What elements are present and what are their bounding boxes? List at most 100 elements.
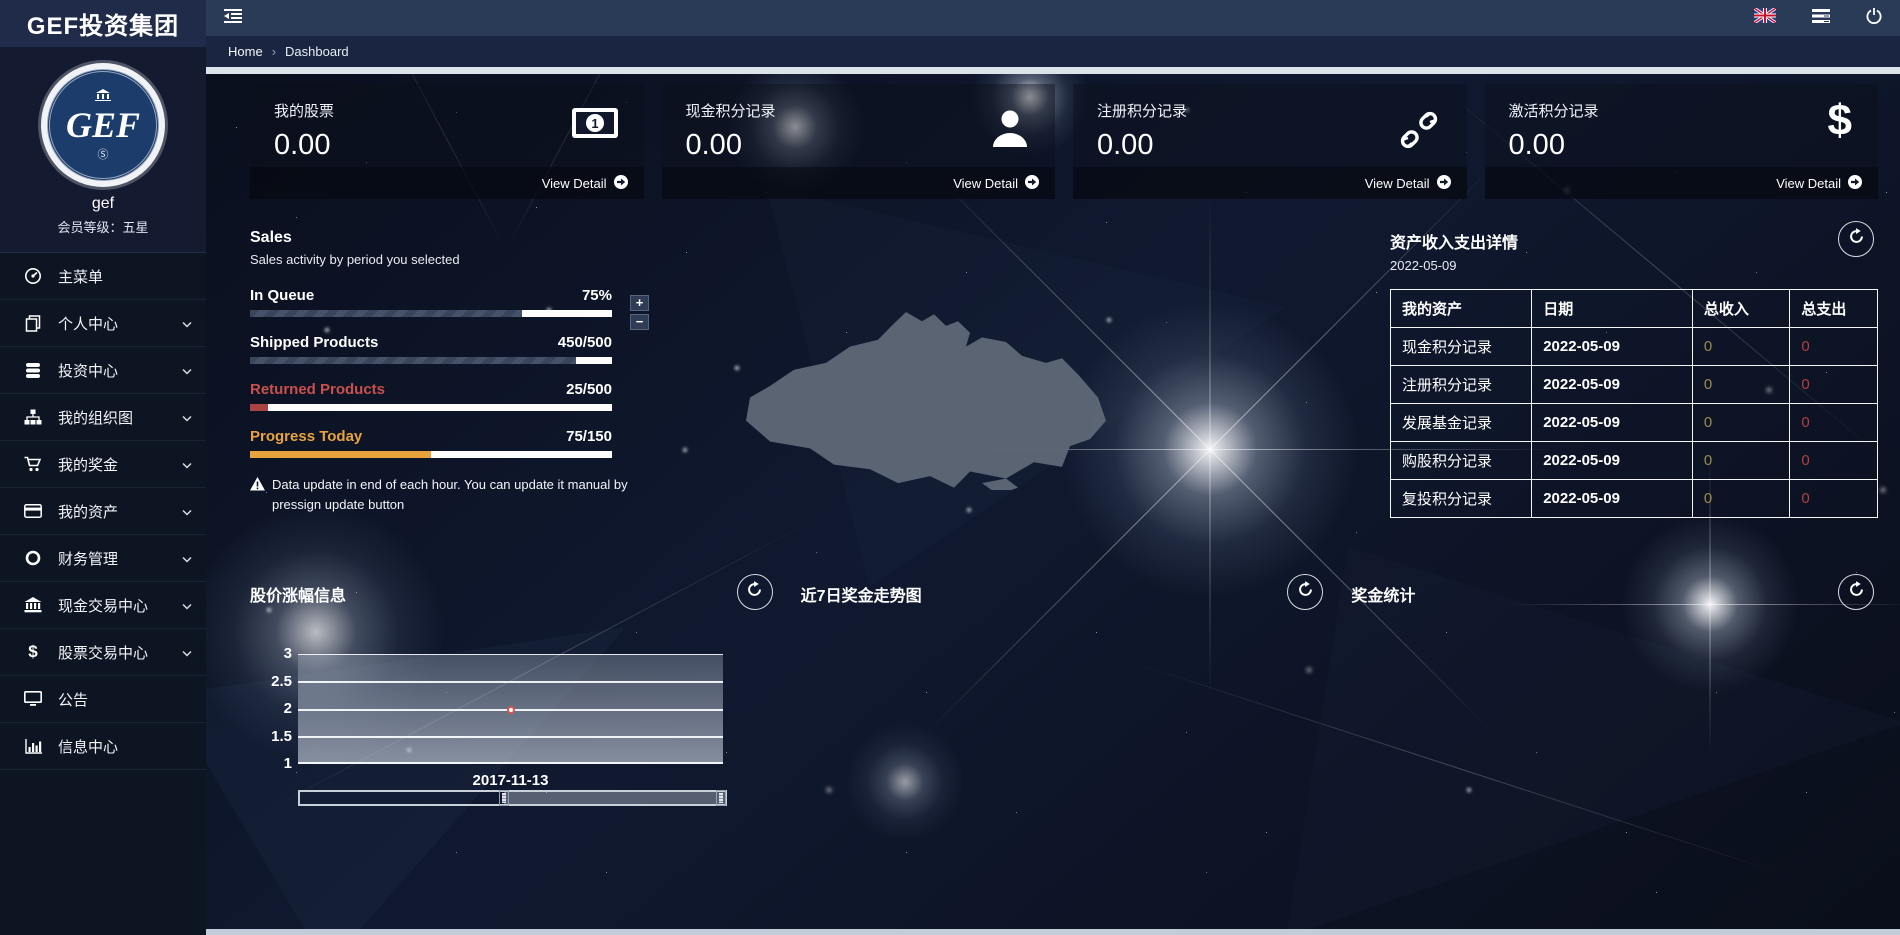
bar-chart-icon bbox=[22, 739, 44, 754]
uk-flag-icon bbox=[1754, 8, 1776, 28]
progress-bar bbox=[250, 310, 612, 317]
sidebar-item-investment-center[interactable]: 投资中心 bbox=[0, 347, 206, 394]
slider-handle-left[interactable] bbox=[499, 790, 509, 806]
stock-panel-title: 股价涨幅信息 bbox=[250, 582, 777, 606]
chevron-right-icon: › bbox=[272, 44, 276, 59]
bank-glyph-icon bbox=[95, 89, 111, 105]
stock-chart: 3 2.5 2 1.5 1 2017-11-13 bbox=[250, 654, 728, 806]
arrow-circle-right-icon bbox=[1848, 175, 1862, 192]
sidebar-item-personal-center[interactable]: 个人中心 bbox=[0, 300, 206, 347]
sidebar-item-cash-trade-center[interactable]: 现金交易中心 bbox=[0, 582, 206, 629]
user-icon bbox=[991, 108, 1029, 153]
view-detail-link[interactable]: View Detail bbox=[1485, 167, 1879, 199]
sales-panel: Sales Sales activity by period you selec… bbox=[250, 221, 1370, 518]
sidebar-item-my-bonus[interactable]: 我的奖金 bbox=[0, 441, 206, 488]
refresh-icon bbox=[1297, 581, 1314, 603]
arrow-circle-right-icon bbox=[1025, 175, 1039, 192]
bonus-trend-title: 近7日奖金走势图 bbox=[801, 582, 1328, 606]
broken-link-icon bbox=[1397, 108, 1441, 157]
view-detail-link[interactable]: View Detail bbox=[662, 167, 1056, 199]
view-detail-link[interactable]: View Detail bbox=[250, 167, 644, 199]
stat-label: 注册积分记录 bbox=[1097, 100, 1443, 121]
refresh-button[interactable] bbox=[737, 574, 773, 610]
chevron-down-icon bbox=[182, 597, 192, 614]
data-update-note: Data update in end of each hour. You can… bbox=[250, 475, 670, 515]
stat-label: 激活积分记录 bbox=[1509, 100, 1855, 121]
range-slider[interactable] bbox=[298, 790, 727, 806]
refresh-button[interactable] bbox=[1838, 221, 1874, 257]
sidebar-toggle-button[interactable] bbox=[224, 9, 242, 28]
refresh-icon bbox=[1848, 228, 1865, 250]
copy-icon bbox=[22, 315, 44, 332]
stat-cards-row: 我的股票 0.00 1 View Detail 现金积分记录 0.00 bbox=[250, 84, 1878, 199]
sidebar-menu: 主菜单 个人中心 投资中心 我的组织图 我的奖金 bbox=[0, 253, 206, 770]
data-point[interactable] bbox=[507, 706, 515, 714]
breadcrumb-home-link[interactable]: Home bbox=[228, 44, 263, 59]
table-row: 复投积分记录 2022-05-09 0 0 bbox=[1391, 480, 1878, 518]
minus-button[interactable]: − bbox=[630, 314, 649, 330]
sidebar-item-info-center[interactable]: 信息中心 bbox=[0, 723, 206, 770]
australia-map bbox=[718, 305, 1118, 490]
range-selection bbox=[504, 792, 725, 804]
table-row: 注册积分记录 2022-05-09 0 0 bbox=[1391, 366, 1878, 404]
progress-shipped: Shipped Products 450/500 bbox=[250, 334, 612, 364]
gridline bbox=[298, 681, 723, 683]
gridline bbox=[298, 736, 723, 738]
messages-button[interactable] bbox=[1812, 9, 1830, 28]
warning-icon bbox=[250, 477, 265, 491]
language-flag-button[interactable] bbox=[1754, 8, 1776, 28]
arrow-circle-right-icon bbox=[614, 175, 628, 192]
zoom-controls: + − bbox=[630, 295, 649, 330]
logo-text: GEF bbox=[66, 107, 140, 143]
svg-text:1: 1 bbox=[591, 116, 598, 131]
progress-in-queue: In Queue 75% bbox=[250, 287, 612, 317]
progress-bar bbox=[250, 404, 612, 411]
bonus-trend-panel: 近7日奖金走势图 bbox=[801, 574, 1328, 874]
sidebar-item-main-menu[interactable]: 主菜单 bbox=[0, 253, 206, 300]
chevron-down-icon bbox=[182, 503, 192, 520]
cart-icon bbox=[22, 456, 44, 472]
logout-button[interactable] bbox=[1866, 8, 1882, 29]
table-header-row: 我的资产 日期 总收入 总支出 bbox=[1391, 290, 1878, 328]
refresh-icon bbox=[746, 581, 763, 603]
sidebar-item-my-assets[interactable]: 我的资产 bbox=[0, 488, 206, 535]
bonus-stats-panel: 奖金统计 bbox=[1351, 574, 1878, 874]
bottom-row: 股价涨幅信息 3 2.5 2 1.5 1 bbox=[250, 574, 1878, 874]
asset-detail-panel: 资产收入支出详情 2022-05-09 我的资产 日期 总收入 总支出 bbox=[1390, 221, 1878, 518]
app-title: GEF投资集团 bbox=[27, 6, 179, 41]
footer-strip bbox=[206, 929, 1900, 935]
refresh-button[interactable] bbox=[1838, 574, 1874, 610]
chevron-down-icon bbox=[182, 315, 192, 332]
coin-glyph-icon: Ⓢ bbox=[98, 146, 109, 162]
stat-label: 现金积分记录 bbox=[686, 100, 1032, 121]
monitor-icon bbox=[22, 691, 44, 707]
chevron-down-icon bbox=[182, 550, 192, 567]
content-top-strip bbox=[206, 67, 1900, 74]
progress-bars: In Queue 75% Shipped Products 450/500 bbox=[250, 287, 612, 458]
progress-returned: Returned Products 25/500 bbox=[250, 381, 612, 411]
stat-card-my-stock: 我的股票 0.00 1 View Detail bbox=[250, 84, 644, 199]
sidebar-item-stock-trade-center[interactable]: $ 股票交易中心 bbox=[0, 629, 206, 676]
plus-button[interactable]: + bbox=[630, 295, 649, 311]
sidebar: GEF投资集团 GEF Ⓢ gef 会员等级：五星 主菜单 bbox=[0, 0, 206, 935]
sales-body: In Queue 75% Shipped Products 450/500 bbox=[250, 287, 1370, 515]
stock-price-panel: 股价涨幅信息 3 2.5 2 1.5 1 bbox=[250, 574, 777, 874]
slider-handle-right[interactable] bbox=[716, 790, 726, 806]
table-row: 现金积分记录 2022-05-09 0 0 bbox=[1391, 328, 1878, 366]
x-axis-label: 2017-11-13 bbox=[298, 772, 723, 789]
sidebar-item-announcements[interactable]: 公告 bbox=[0, 676, 206, 723]
sidebar-item-finance-mgmt[interactable]: 财务管理 bbox=[0, 535, 206, 582]
progress-bar bbox=[250, 451, 612, 458]
asset-panel-date: 2022-05-09 bbox=[1390, 258, 1878, 273]
plot-area bbox=[298, 654, 723, 764]
table-row: 发展基金记录 2022-05-09 0 0 bbox=[1391, 404, 1878, 442]
brand-header: GEF投资集团 bbox=[0, 0, 206, 47]
view-detail-link[interactable]: View Detail bbox=[1073, 167, 1467, 199]
bonus-stats-title: 奖金统计 bbox=[1351, 582, 1878, 606]
sales-title: Sales bbox=[250, 229, 1370, 247]
sidebar-item-org-chart[interactable]: 我的组织图 bbox=[0, 394, 206, 441]
content: 我的股票 0.00 1 View Detail 现金积分记录 0.00 bbox=[206, 74, 1900, 929]
arrow-circle-right-icon bbox=[1437, 175, 1451, 192]
bank-icon bbox=[22, 597, 44, 613]
gridline bbox=[298, 762, 723, 764]
